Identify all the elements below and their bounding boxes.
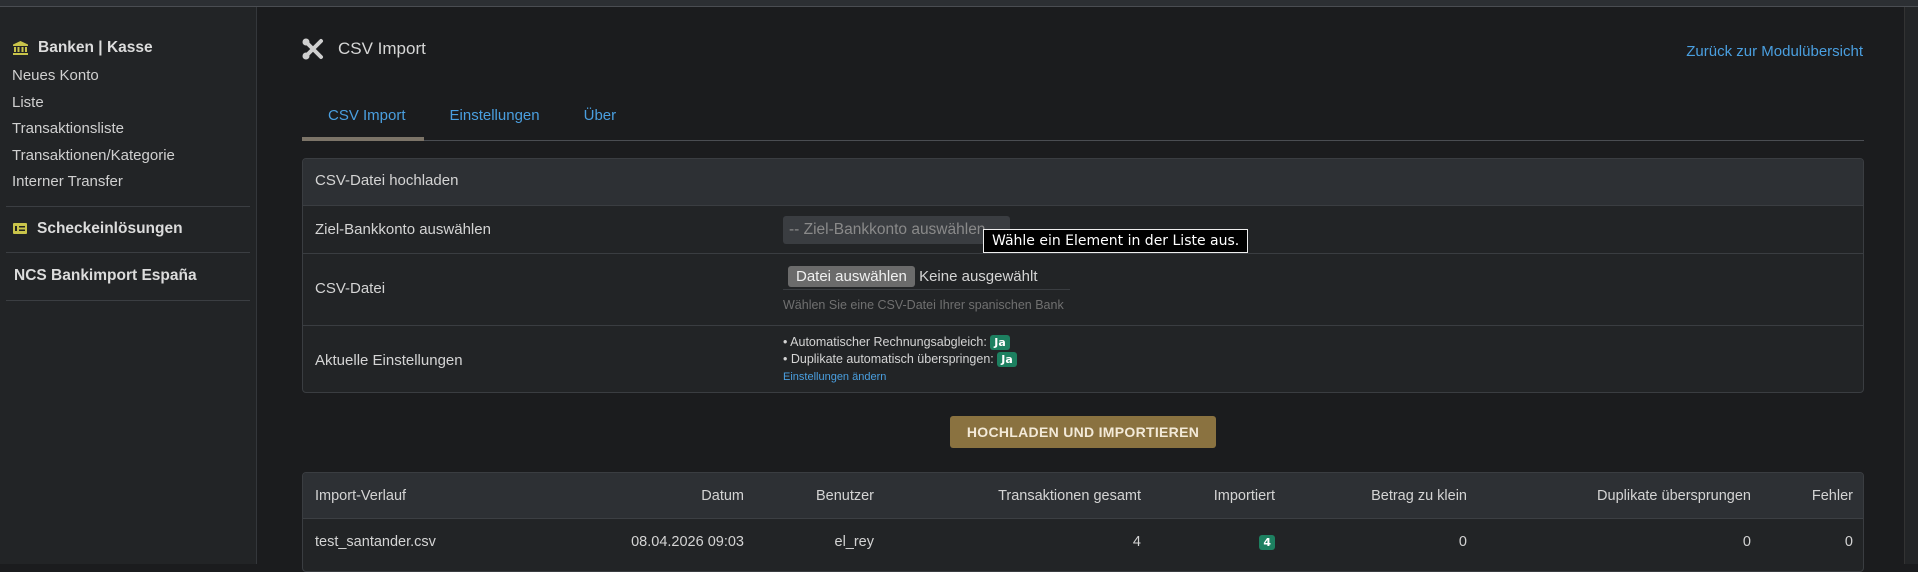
page-title: CSV Import	[302, 38, 426, 60]
column-header: Benutzer	[815, 488, 874, 504]
file-status: Keine ausgewählt	[919, 268, 1038, 285]
sidebar-item-neues-konto[interactable]: Neues Konto	[0, 63, 256, 90]
column-header: Datum	[701, 488, 744, 504]
cell-errors: 0	[1844, 534, 1853, 550]
sidebar-section-title: Banken | Kasse	[38, 39, 153, 56]
back-to-modules-link[interactable]: Zurück zur Modulübersicht	[1686, 43, 1863, 60]
check-icon	[13, 223, 27, 234]
status-badge: Ja	[997, 352, 1017, 367]
sidebar-section-title: Scheckeinlösungen	[37, 219, 183, 237]
column-header: Betrag zu klein	[1371, 488, 1467, 504]
cell-user: el_rey	[834, 534, 875, 550]
setting-skip-duplicates: • Duplikate automatisch überspringen: Ja	[783, 351, 1017, 368]
panel-heading: CSV-Datei hochladen	[315, 172, 459, 189]
top-bar	[0, 0, 1918, 7]
sidebar: Banken | Kasse Neues Konto Liste Transak…	[0, 7, 257, 564]
sidebar-item-transaktionsliste[interactable]: Transaktionsliste	[0, 116, 256, 143]
sidebar-item-transaktionen-kategorie[interactable]: Transaktionen/Kategorie	[0, 143, 256, 170]
sidebar-section-banken[interactable]: Banken | Kasse	[0, 39, 256, 57]
bank-label: Ziel-Bankkonto auswählen	[315, 221, 491, 238]
table-row[interactable]: test_santander.csv 08.04.2026 09:03 el_r…	[303, 519, 1863, 565]
sidebar-item-interner-transfer[interactable]: Interner Transfer	[0, 169, 256, 196]
file-hint: Wählen Sie eine CSV-Datei Ihrer spanisch…	[783, 298, 1064, 312]
column-header: Duplikate übersprungen	[1597, 488, 1751, 504]
sidebar-section-scheckeinloesungen[interactable]: Scheckeinlösungen	[0, 220, 256, 238]
cell-total: 4	[1132, 534, 1141, 550]
status-badge: Ja	[990, 335, 1010, 350]
setting-auto-reconcile: • Automatischer Rechnungsabgleich: Ja	[783, 334, 1017, 351]
cell-date: 08.04.2026 09:03	[631, 534, 744, 550]
setting-text: • Duplikate automatisch überspringen:	[783, 352, 994, 366]
validation-tooltip: Wähle ein Element in der Liste aus.	[983, 229, 1249, 253]
tab-csv-import[interactable]: CSV Import	[302, 96, 424, 141]
cell-duplicates: 0	[1742, 534, 1751, 550]
page-title-text: CSV Import	[338, 39, 426, 58]
upload-import-button[interactable]: HOCHLADEN UND IMPORTIEREN	[950, 416, 1216, 448]
divider	[6, 299, 250, 301]
column-header: Importiert	[1213, 488, 1275, 504]
file-label: CSV-Datei	[315, 280, 386, 297]
bank-select[interactable]: -- Ziel-Bankkonto auswählen --	[783, 216, 1010, 244]
change-settings-link[interactable]: Einstellungen ändern	[783, 371, 886, 383]
setting-text: • Automatischer Rechnungsabgleich:	[783, 335, 987, 349]
column-header: Import-Verlauf	[315, 488, 407, 504]
tab-ueber[interactable]: Über	[558, 96, 635, 141]
file-input[interactable]: Datei auswählen Keine ausgewählt	[783, 266, 1070, 290]
bank-icon	[13, 41, 28, 55]
scrollbar[interactable]	[1904, 7, 1918, 564]
imported-badge: 4	[1259, 535, 1275, 550]
column-header: Fehler	[1811, 488, 1853, 504]
cell-file: test_santander.csv	[315, 534, 436, 550]
import-history-table: Import-Verlauf Datum Benutzer Transaktio…	[302, 472, 1864, 572]
cell-too-small: 0	[1458, 534, 1467, 550]
upload-panel: CSV-Datei hochladen Ziel-Bankkonto auswä…	[302, 158, 1864, 393]
sidebar-section-title: NCS Bankimport España	[14, 266, 197, 284]
tab-einstellungen[interactable]: Einstellungen	[424, 96, 558, 141]
choose-file-button[interactable]: Datei auswählen	[788, 266, 915, 287]
column-header: Transaktionen gesamt	[998, 488, 1141, 504]
settings-label: Aktuelle Einstellungen	[315, 352, 463, 369]
sidebar-section-ncs-bankimport[interactable]: NCS Bankimport España	[0, 267, 256, 285]
table-header: Import-Verlauf Datum Benutzer Transaktio…	[303, 473, 1863, 519]
tools-icon	[302, 38, 323, 60]
sidebar-item-liste[interactable]: Liste	[0, 90, 256, 117]
tab-bar: CSV Import Einstellungen Über	[302, 96, 1864, 141]
